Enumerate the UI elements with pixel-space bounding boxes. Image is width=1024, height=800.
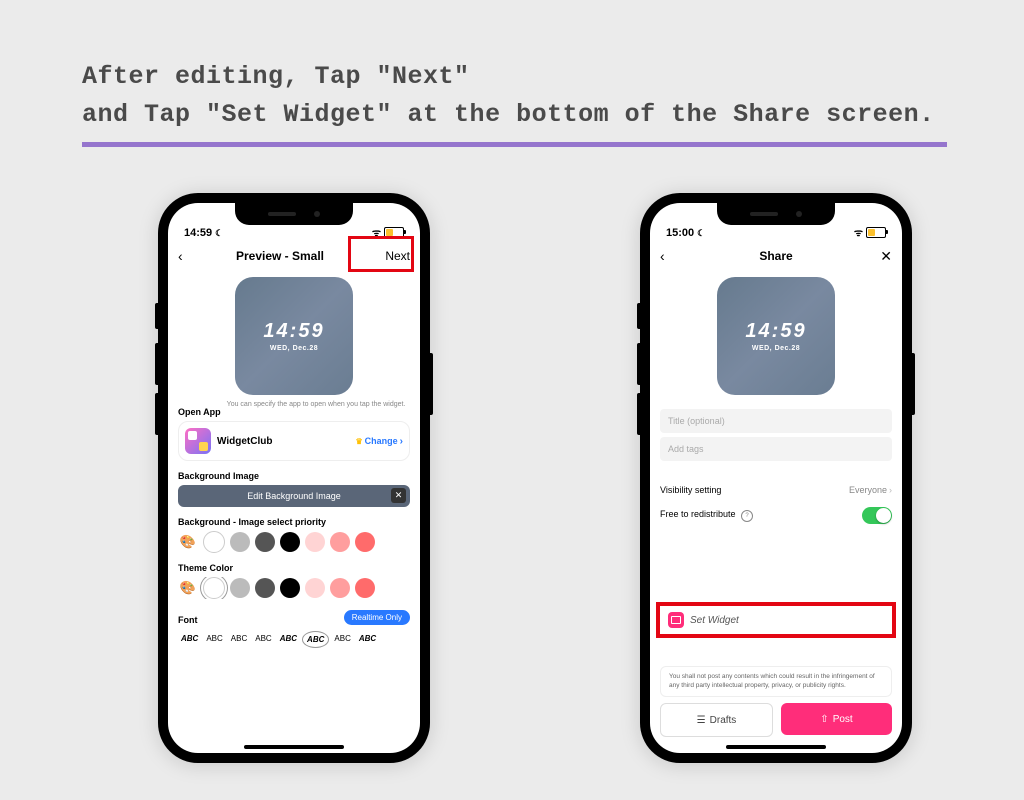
color-darkgray[interactable]: [255, 532, 275, 552]
bg-priority-label: Background - Image select priority: [178, 517, 410, 527]
dnd-moon-icon: ☾: [697, 228, 705, 239]
color-darkpink[interactable]: [355, 532, 375, 552]
color-lightpink[interactable]: [305, 532, 325, 552]
visibility-value: Everyone ›: [849, 485, 892, 495]
home-indicator: [244, 745, 344, 749]
drafts-button[interactable]: ☰ Drafts: [660, 703, 773, 737]
theme-color-label: Theme Color: [178, 563, 410, 573]
palette-icon[interactable]: 🎨: [178, 534, 198, 550]
redistribute-toggle[interactable]: [862, 507, 892, 524]
status-time: 15:00: [666, 227, 694, 239]
back-chevron-icon[interactable]: ‹: [178, 248, 198, 264]
close-icon[interactable]: ✕: [391, 488, 406, 503]
font-sample[interactable]: ABC: [331, 631, 353, 648]
font-sample[interactable]: ABC: [228, 631, 250, 648]
color-black[interactable]: [280, 532, 300, 552]
drafts-icon: ☰: [697, 715, 706, 726]
open-app-label: Open App: [178, 407, 221, 417]
crown-icon: ♛: [355, 437, 362, 446]
app-name: WidgetClub: [217, 436, 349, 447]
heading-line-2: and Tap "Set Widget" at the bottom of th…: [82, 100, 935, 129]
font-label: Font: [178, 615, 198, 625]
color-lightgray[interactable]: [230, 578, 250, 598]
widget-icon: [668, 612, 684, 628]
color-white[interactable]: [203, 531, 225, 553]
color-medpink[interactable]: [330, 532, 350, 552]
bg-color-swatches: 🎨: [178, 531, 410, 553]
widget-preview: 14:59 WED, Dec.28: [235, 277, 353, 395]
change-app-button[interactable]: ♛ Change ›: [355, 436, 403, 447]
post-icon: ⇧: [820, 714, 828, 725]
redistribute-label: Free to redistribute ?: [660, 509, 753, 522]
widgetclub-app-icon: [185, 428, 211, 454]
post-button[interactable]: ⇧ Post: [781, 703, 892, 735]
widget-date: WED, Dec.28: [752, 345, 800, 352]
palette-icon[interactable]: 🎨: [178, 580, 198, 596]
color-white-selected[interactable]: [203, 577, 225, 599]
font-samples: ABC ABC ABC ABC ABC ABC ABC ABC: [178, 631, 410, 648]
set-widget-label: Set Widget: [690, 615, 739, 626]
dnd-moon-icon: ☾: [215, 228, 223, 239]
color-medpink[interactable]: [330, 578, 350, 598]
help-icon[interactable]: ?: [741, 510, 753, 522]
tags-input[interactable]: Add tags: [660, 437, 892, 461]
visibility-label: Visibility setting: [660, 485, 721, 495]
instruction-heading: After editing, Tap "Next" and Tap "Set W…: [82, 58, 935, 133]
widget-time: 14:59: [263, 320, 324, 343]
title-input[interactable]: Title (optional): [660, 409, 892, 433]
home-indicator: [726, 745, 826, 749]
battery-icon: [866, 227, 886, 238]
app-selector-card[interactable]: WidgetClub ♛ Change ›: [178, 421, 410, 461]
phone-notch: [235, 203, 353, 225]
font-sample[interactable]: ABC: [178, 631, 201, 648]
realtime-only-pill[interactable]: Realtime Only: [344, 610, 410, 625]
open-app-desc: You can specify the app to open when you…: [227, 401, 410, 408]
redistribute-row: Free to redistribute ?: [650, 501, 902, 530]
edit-bg-button[interactable]: Edit Background Image ✕: [178, 485, 410, 507]
nav-title: Share: [680, 249, 872, 263]
heading-underline: [82, 142, 947, 147]
color-lightgray[interactable]: [230, 532, 250, 552]
nav-title: Preview - Small: [198, 249, 362, 263]
back-chevron-icon[interactable]: ‹: [660, 248, 680, 264]
bg-image-label: Background Image: [178, 471, 410, 481]
highlight-next-button: [348, 236, 414, 272]
font-sample[interactable]: ABC: [252, 631, 274, 648]
navbar: ‹ Share ✕: [650, 241, 902, 271]
phone-mockup-share: 15:00 ☾ ᯤ ‹ Share ✕ 14:59 WED, Dec.28 Ti…: [640, 193, 912, 763]
font-sample[interactable]: ABC: [203, 631, 225, 648]
font-sample-selected[interactable]: ABC: [302, 631, 329, 648]
highlight-set-widget: Set Widget: [656, 602, 896, 638]
heading-line-1: After editing, Tap "Next": [82, 62, 470, 91]
phone-notch: [717, 203, 835, 225]
font-sample[interactable]: ABC: [356, 631, 379, 648]
wifi-icon: ᯤ: [854, 225, 863, 239]
status-time: 14:59: [184, 227, 212, 239]
widget-date: WED, Dec.28: [270, 345, 318, 352]
color-darkgray[interactable]: [255, 578, 275, 598]
chevron-right-icon: ›: [400, 436, 403, 447]
theme-color-swatches: 🎨: [178, 577, 410, 599]
font-sample[interactable]: ABC: [277, 631, 300, 648]
close-icon[interactable]: ✕: [872, 248, 892, 265]
phone-mockup-preview: 14:59 ☾ ᯤ ‹ Preview - Small Next 14:59 W…: [158, 193, 430, 763]
set-widget-button[interactable]: Set Widget: [662, 612, 890, 628]
legal-notice: You shall not post any contents which co…: [660, 666, 892, 697]
chevron-right-icon: ›: [889, 485, 892, 495]
visibility-row[interactable]: Visibility setting Everyone ›: [650, 479, 902, 501]
widget-preview: 14:59 WED, Dec.28: [717, 277, 835, 395]
color-black[interactable]: [280, 578, 300, 598]
color-lightpink[interactable]: [305, 578, 325, 598]
color-darkpink[interactable]: [355, 578, 375, 598]
widget-time: 14:59: [745, 320, 806, 343]
